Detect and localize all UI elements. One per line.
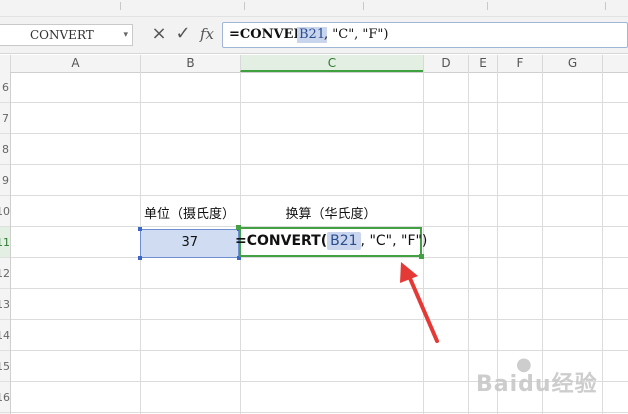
- column-header-e[interactable]: E: [468, 55, 497, 72]
- name-box-value: CONVERT: [30, 28, 94, 42]
- name-box[interactable]: CONVERT ▾: [0, 24, 133, 46]
- row-header[interactable]: 11: [0, 227, 10, 258]
- column-header-h[interactable]: [602, 55, 628, 72]
- cell-c10-header[interactable]: 换算（华氏度）: [240, 203, 422, 222]
- row-header[interactable]: 15: [0, 351, 10, 382]
- column-header-g[interactable]: G: [542, 55, 602, 72]
- close-icon[interactable]: ×: [150, 23, 168, 45]
- cell-c11-formula[interactable]: =CONVERT(B21, "C", "F"): [235, 232, 428, 250]
- toolbar-remnant: [0, 0, 628, 17]
- column-header-d[interactable]: D: [423, 55, 468, 72]
- row-header[interactable]: 12: [0, 258, 10, 289]
- row-headers: 6 7 8 9 10 11 12 13 14 15 16: [0, 72, 11, 414]
- cell-formula-prefix: =CONVERT(: [235, 233, 328, 249]
- row-header[interactable]: 8: [0, 134, 10, 165]
- formula-bar: CONVERT ▾ × ✓ fx =CONVERT( B21 , "C", "F…: [0, 17, 628, 54]
- column-header-f[interactable]: F: [497, 55, 542, 72]
- check-icon[interactable]: ✓: [174, 23, 192, 45]
- row-header[interactable]: 6: [0, 72, 10, 103]
- selection-handle[interactable]: [236, 225, 241, 230]
- column-header-b[interactable]: B: [140, 55, 240, 72]
- cell-formula-suffix: , "C", "F"): [360, 233, 428, 249]
- baidu-watermark: ● Baidu经验: [476, 354, 626, 404]
- fx-icon[interactable]: fx: [197, 23, 217, 45]
- column-header-a[interactable]: A: [10, 55, 140, 72]
- row-header[interactable]: 13: [0, 289, 10, 320]
- formula-input[interactable]: =CONVERT( B21 , "C", "F"): [222, 22, 628, 48]
- formula-suffix: , "C", "F"): [324, 27, 389, 42]
- row-header[interactable]: 10: [0, 196, 10, 227]
- column-headers: A B C D E F G: [0, 55, 628, 73]
- cell-b11-value: 37: [181, 235, 198, 250]
- row-header[interactable]: 9: [0, 165, 10, 196]
- fill-handle[interactable]: [419, 254, 424, 259]
- cell-b11-referenced[interactable]: 37: [138, 227, 241, 260]
- column-header-c[interactable]: C: [240, 55, 423, 72]
- watermark-text: Baidu经验: [476, 372, 598, 397]
- row-header[interactable]: 7: [0, 103, 10, 134]
- cell-b10-header[interactable]: 单位（摄氏度）: [140, 203, 239, 222]
- cell-formula-reference: B21: [327, 232, 361, 250]
- chevron-down-icon[interactable]: ▾: [123, 25, 128, 45]
- row-header[interactable]: 14: [0, 320, 10, 351]
- formula-reference: B21: [297, 27, 328, 43]
- row-header[interactable]: 16: [0, 382, 10, 413]
